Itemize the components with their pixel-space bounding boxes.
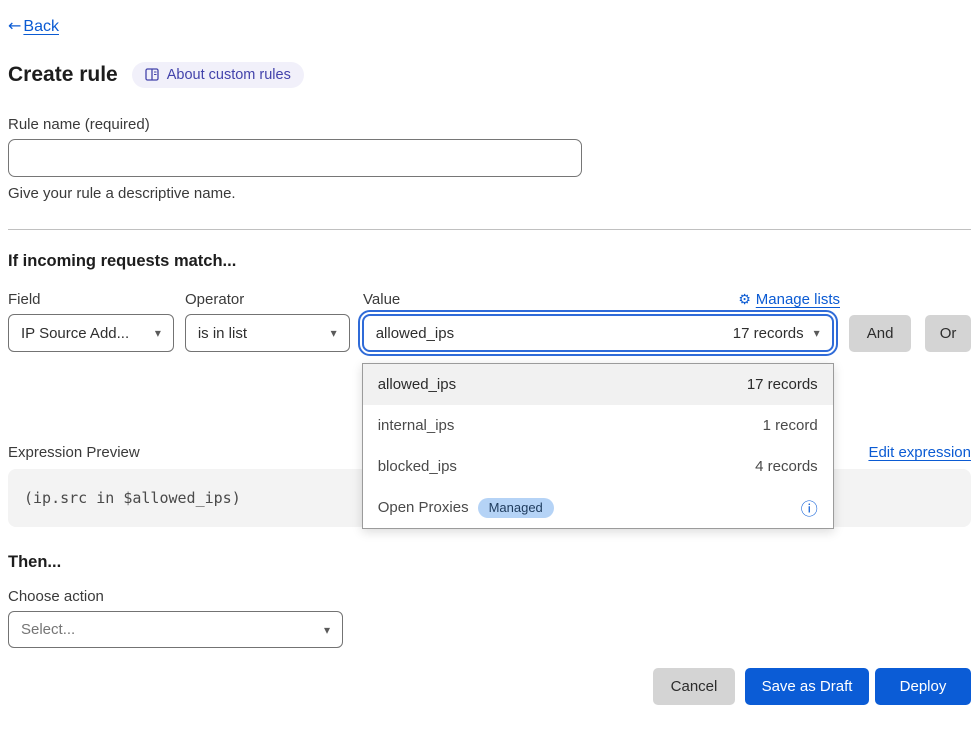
deploy-button[interactable]: Deploy: [875, 668, 971, 705]
value-select-value: allowed_ips: [376, 325, 454, 342]
section-divider: [8, 229, 971, 230]
action-select[interactable]: Select... ▾: [8, 611, 343, 648]
match-controls-row: IP Source Add... ▾ is in list ▾ allowed_…: [8, 314, 971, 352]
ip-list-dropdown: allowed_ips 17 records internal_ips 1 re…: [362, 363, 834, 529]
expression-code: (ip.src in $allowed_ips): [24, 489, 241, 507]
list-item-blocked-ips[interactable]: blocked_ips 4 records: [363, 446, 833, 487]
then-section-heading: Then...: [8, 553, 971, 572]
manage-lists-label: Manage lists: [756, 291, 840, 308]
value-label: Value: [363, 291, 400, 308]
save-as-draft-button[interactable]: Save as Draft: [745, 668, 869, 705]
page-title: Create rule: [8, 63, 118, 87]
value-select-meta: 17 records: [733, 325, 804, 342]
edit-expression-link[interactable]: Edit expression: [868, 444, 971, 461]
list-item-name: allowed_ips: [378, 376, 456, 393]
list-item-name: internal_ips: [378, 417, 455, 434]
back-link[interactable]: ←Back: [8, 18, 59, 35]
field-select-value: IP Source Add...: [21, 325, 129, 342]
list-item-meta: 17 records: [747, 376, 818, 393]
chevron-down-icon: ▾: [155, 326, 161, 340]
back-link-row: ←Back: [8, 16, 971, 36]
rule-name-input[interactable]: [8, 139, 582, 177]
and-button[interactable]: And: [849, 315, 911, 352]
field-label: Field: [8, 291, 174, 308]
list-item-open-proxies[interactable]: Open Proxies Managed ⓘ: [363, 487, 833, 528]
info-icon[interactable]: ⓘ: [801, 495, 818, 520]
back-link-label: Back: [23, 18, 59, 35]
managed-badge: Managed: [478, 498, 554, 518]
value-select[interactable]: allowed_ips 17 records ▾: [362, 314, 834, 352]
cancel-button[interactable]: Cancel: [653, 668, 735, 705]
about-custom-rules-label: About custom rules: [167, 67, 291, 83]
footer-actions: Cancel Save as Draft Deploy: [8, 668, 971, 705]
manage-lists-link[interactable]: ⚙ Manage lists: [738, 291, 840, 308]
or-button[interactable]: Or: [925, 315, 971, 352]
match-section-heading: If incoming requests match...: [8, 252, 971, 271]
about-custom-rules-link[interactable]: About custom rules: [132, 62, 304, 88]
list-item-meta: 4 records: [755, 458, 818, 475]
back-arrow-icon: ←: [8, 16, 21, 35]
create-rule-page: ←Back Create rule About custom rules Rul…: [0, 0, 979, 705]
chevron-down-icon: ▾: [814, 326, 820, 340]
rule-name-label: Rule name (required): [8, 116, 971, 133]
gear-icon: ⚙: [738, 292, 751, 308]
operator-select[interactable]: is in list ▾: [185, 314, 350, 352]
operator-select-value: is in list: [198, 325, 247, 342]
match-labels-row: Field Operator Value ⚙ Manage lists: [8, 291, 971, 308]
chevron-down-icon: ▾: [324, 623, 330, 637]
operator-label: Operator: [185, 291, 350, 308]
expression-preview-label: Expression Preview: [8, 444, 140, 461]
list-item-internal-ips[interactable]: internal_ips 1 record: [363, 405, 833, 446]
list-item-name: blocked_ips: [378, 458, 457, 475]
list-item-meta: 1 record: [763, 417, 818, 434]
list-item-allowed-ips[interactable]: allowed_ips 17 records: [363, 364, 833, 405]
title-row: Create rule About custom rules: [8, 62, 971, 88]
choose-action-label: Choose action: [8, 588, 971, 605]
rule-name-helper: Give your rule a descriptive name.: [8, 185, 971, 202]
action-select-placeholder: Select...: [21, 621, 75, 638]
book-icon: [145, 68, 160, 82]
chevron-down-icon: ▾: [331, 326, 337, 340]
field-select[interactable]: IP Source Add... ▾: [8, 314, 174, 352]
list-item-name: Open Proxies: [378, 499, 469, 516]
value-select-wrap: allowed_ips 17 records ▾ allowed_ips 17 …: [360, 314, 839, 352]
